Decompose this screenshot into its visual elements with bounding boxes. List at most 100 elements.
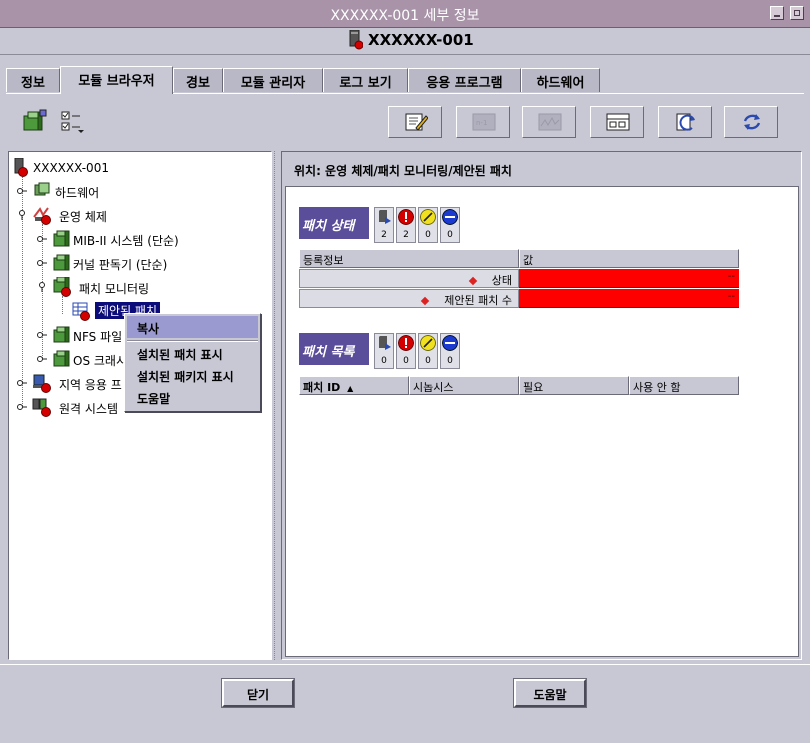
tab-info[interactable]: 정보 bbox=[6, 68, 60, 92]
tab-log-view[interactable]: 로그 보기 bbox=[323, 68, 408, 92]
detail-content: 패치 상태 2 2 0 0 등록정보 값 상태 -- 제안된 패치 수 -- 패… bbox=[285, 186, 799, 657]
expand-handle-icon[interactable] bbox=[37, 258, 47, 268]
menu-item-help[interactable]: 도움말 bbox=[127, 386, 258, 408]
svg-text:n-1: n-1 bbox=[476, 119, 487, 127]
minimize-button[interactable] bbox=[770, 6, 784, 20]
edit-button[interactable] bbox=[388, 106, 442, 138]
status-count: 0 bbox=[403, 356, 409, 366]
status-count: 0 bbox=[425, 356, 431, 366]
remote-systems-icon bbox=[32, 398, 51, 417]
status-warning: 0 bbox=[418, 207, 438, 243]
expand-handle-icon[interactable] bbox=[17, 186, 27, 196]
chart-icon bbox=[538, 113, 562, 131]
module-icon bbox=[53, 350, 70, 367]
maximize-icon bbox=[794, 10, 800, 16]
module-icon bbox=[53, 277, 71, 297]
tree-node-label: 원격 시스템 bbox=[59, 402, 119, 416]
menu-item-show-installed-packages[interactable]: 설치된 패키지 표시 bbox=[127, 364, 258, 386]
column-header-value[interactable]: 값 bbox=[519, 249, 739, 268]
property-label: 제안된 패치 수 bbox=[444, 294, 512, 307]
value-text: -- bbox=[727, 271, 735, 282]
refresh-icon bbox=[743, 114, 761, 130]
module-icon bbox=[53, 254, 70, 271]
refresh-doc-icon bbox=[676, 113, 695, 131]
cube-view-icon[interactable] bbox=[20, 108, 48, 134]
status-critical: 2 bbox=[396, 207, 416, 243]
tree-node-label: XXXXXX-001 bbox=[33, 161, 109, 175]
pane-splitter[interactable] bbox=[274, 151, 279, 660]
property-suggested-count[interactable]: 제안된 패치 수 bbox=[299, 289, 519, 308]
expand-handle-icon[interactable] bbox=[17, 378, 27, 388]
property-label: 상태 bbox=[491, 274, 512, 287]
module-count-icon bbox=[379, 210, 391, 224]
expand-handle-icon[interactable] bbox=[37, 234, 47, 244]
tab-hardware[interactable]: 하드웨어 bbox=[521, 68, 600, 92]
property-status[interactable]: 상태 bbox=[299, 269, 519, 288]
expand-handle-icon[interactable] bbox=[37, 330, 47, 340]
status-diamond-icon bbox=[421, 296, 430, 306]
status-disabled: 0 bbox=[440, 207, 460, 243]
tree-line bbox=[22, 174, 23, 406]
tab-module-browser[interactable]: 모듈 브라우저 bbox=[60, 66, 173, 94]
column-header-patch-id[interactable]: 패치 ID ▲ bbox=[299, 376, 409, 395]
value-text: -- bbox=[727, 291, 735, 302]
expand-handle-icon[interactable] bbox=[37, 354, 47, 364]
table-node-icon bbox=[72, 302, 90, 321]
host-icon bbox=[14, 158, 28, 177]
chart-button-disabled[interactable] bbox=[522, 106, 576, 138]
refresh-button[interactable] bbox=[724, 106, 778, 138]
collapse-handle-icon[interactable] bbox=[17, 210, 27, 220]
module-count-icon bbox=[379, 336, 391, 350]
refresh-selection-button[interactable] bbox=[658, 106, 712, 138]
tree-node-label: OS 크래시 bbox=[73, 354, 127, 368]
column-header-required[interactable]: 필요 bbox=[519, 376, 629, 395]
help-button[interactable]: 도움말 bbox=[513, 678, 587, 708]
menu-item-copy[interactable]: 복사 bbox=[127, 316, 258, 338]
window-title-bar[interactable]: XXXXXX-001 세부 정보 bbox=[0, 0, 810, 28]
tree-node-label: 커널 판독기 (단순) bbox=[73, 258, 168, 272]
detail-header: XXXXXX-001 bbox=[0, 28, 810, 55]
status-count: 0 bbox=[447, 230, 453, 240]
tree-node-label: 하드웨어 bbox=[55, 186, 100, 200]
critical-icon bbox=[398, 335, 414, 351]
disabled-icon bbox=[442, 209, 458, 225]
tab-alarms[interactable]: 경보 bbox=[173, 68, 223, 92]
column-header-disabled[interactable]: 사용 안 함 bbox=[629, 376, 739, 395]
tab-applications[interactable]: 응용 프로그램 bbox=[408, 68, 521, 92]
maximize-button[interactable] bbox=[790, 6, 804, 20]
location-path: 위치: 운영 체제/패치 모니터링/제안된 패치 bbox=[294, 164, 512, 178]
list-status-critical: 0 bbox=[396, 333, 416, 369]
close-button[interactable]: 닫기 bbox=[221, 678, 295, 708]
status-count: 0 bbox=[425, 230, 431, 240]
tab-module-manager[interactable]: 모듈 관리자 bbox=[223, 68, 323, 92]
table-icon bbox=[606, 113, 630, 131]
edit-icon bbox=[405, 113, 428, 131]
patch-list-label: 패치 목록 bbox=[299, 333, 369, 365]
status-count: 2 bbox=[403, 230, 409, 240]
status-total: 2 bbox=[374, 207, 394, 243]
tree-node-label: NFS 파일 bbox=[73, 330, 123, 344]
table-view-button[interactable] bbox=[590, 106, 644, 138]
list-status-disabled: 0 bbox=[440, 333, 460, 369]
list-status-total: 0 bbox=[374, 333, 394, 369]
value-status[interactable]: -- bbox=[519, 269, 739, 288]
graph-button-disabled[interactable]: n-1 bbox=[456, 106, 510, 138]
column-header-property[interactable]: 등록정보 bbox=[299, 249, 519, 268]
hardware-icon bbox=[34, 182, 50, 196]
status-count: 0 bbox=[447, 356, 453, 366]
menu-item-show-installed-patches[interactable]: 설치된 패치 표시 bbox=[127, 342, 258, 364]
column-header-synopsis[interactable]: 시놉시스 bbox=[409, 376, 519, 395]
module-icon bbox=[53, 326, 70, 343]
tree-view-icon[interactable] bbox=[58, 108, 86, 134]
list-status-warning: 0 bbox=[418, 333, 438, 369]
button-bar bbox=[0, 664, 810, 743]
critical-icon bbox=[398, 209, 414, 225]
os-icon bbox=[33, 207, 51, 225]
context-menu: 복사 설치된 패치 표시 설치된 패키지 표시 도움말 bbox=[124, 313, 261, 412]
tree-line bbox=[62, 296, 63, 314]
value-suggested-count[interactable]: -- bbox=[519, 289, 739, 308]
host-title: XXXXXX-001 bbox=[368, 31, 474, 49]
collapse-handle-icon[interactable] bbox=[37, 282, 47, 292]
detail-pane: 위치: 운영 체제/패치 모니터링/제안된 패치 패치 상태 2 2 0 0 등… bbox=[281, 151, 802, 660]
expand-handle-icon[interactable] bbox=[17, 402, 27, 412]
